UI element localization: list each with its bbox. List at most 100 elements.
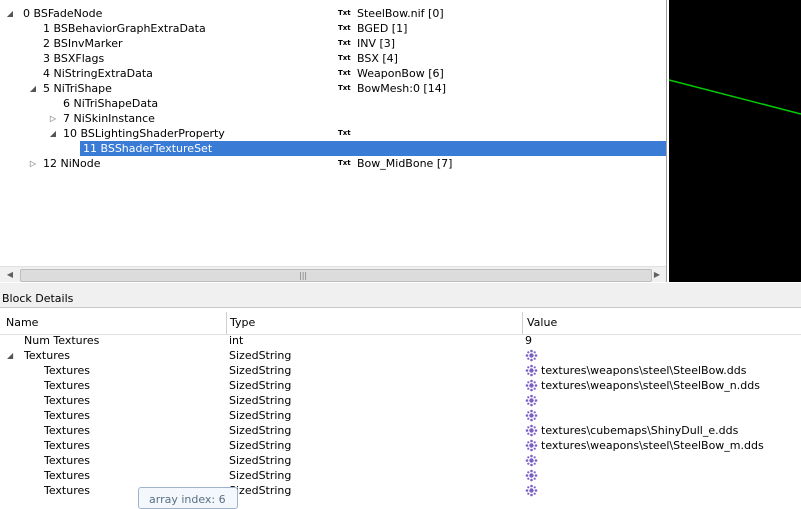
tree-row-value: BGED [1] bbox=[357, 22, 408, 35]
tree-row-label: 0 BSFadeNode bbox=[23, 7, 103, 20]
string-icon bbox=[525, 394, 538, 407]
tree-row-label: 3 BSXFlags bbox=[43, 52, 105, 65]
table-row[interactable]: Textures SizedString textures\cubemaps\S… bbox=[0, 423, 801, 438]
tree-row-bslightingshaderproperty[interactable]: ◢ 10 BSLightingShaderProperty Txt bbox=[0, 126, 666, 141]
cell-type: SizedString bbox=[229, 424, 292, 437]
cell-type: SizedString bbox=[229, 439, 292, 452]
tree-row-label: 10 BSLightingShaderProperty bbox=[63, 127, 225, 140]
table-row[interactable]: Textures SizedString bbox=[0, 483, 801, 498]
tree-row-label: 1 BSBehaviorGraphExtraData bbox=[43, 22, 206, 35]
string-icon bbox=[525, 364, 538, 377]
tree-row-nitrishapedata[interactable]: 6 NiTriShapeData bbox=[0, 96, 666, 111]
cell-name: Textures bbox=[44, 394, 90, 407]
string-icon bbox=[525, 424, 538, 437]
column-divider[interactable] bbox=[226, 312, 227, 334]
cell-type: SizedString bbox=[229, 454, 292, 467]
tree-row-label: 12 NiNode bbox=[43, 157, 101, 170]
txt-icon: Txt bbox=[338, 129, 351, 137]
tree-row-label: 5 NiTriShape bbox=[43, 82, 112, 95]
scroll-right-icon[interactable]: ▶ bbox=[650, 269, 664, 281]
cell-type: SizedString bbox=[229, 364, 292, 377]
tree-row-label: 7 NiSkinInstance bbox=[63, 112, 155, 125]
tree-row-value: Bow_MidBone [7] bbox=[357, 157, 453, 170]
block-details-table[interactable]: Name Type Value Num Textures int 9 ◢ Tex… bbox=[0, 308, 801, 504]
tree-row-bsinvmarker[interactable]: 2 BSInvMarker Txt INV [3] bbox=[0, 36, 666, 51]
cell-name: Textures bbox=[44, 379, 90, 392]
tree-row-bsxflags[interactable]: 3 BSXFlags Txt BSX [4] bbox=[0, 51, 666, 66]
string-icon bbox=[525, 379, 538, 392]
render-viewport[interactable] bbox=[668, 0, 801, 282]
string-icon bbox=[525, 454, 538, 467]
cell-name: Textures bbox=[44, 484, 90, 497]
txt-icon: Txt bbox=[338, 39, 351, 47]
cell-name: Textures bbox=[44, 409, 90, 422]
cell-name: Textures bbox=[44, 424, 90, 437]
tree-row-value: BSX [4] bbox=[357, 52, 398, 65]
collapse-icon[interactable]: ◢ bbox=[7, 348, 13, 363]
collapse-icon[interactable]: ◢ bbox=[28, 81, 38, 96]
txt-icon: Txt bbox=[338, 84, 351, 92]
cell-value[interactable]: textures\weapons\steel\SteelBow_m.dds bbox=[541, 438, 764, 453]
cell-value[interactable]: textures\cubemaps\ShinyDull_e.dds bbox=[541, 423, 738, 438]
tree-row-bsshadertextureset[interactable]: 11 BSShaderTextureSet bbox=[0, 141, 666, 156]
expand-icon[interactable]: ▷ bbox=[28, 156, 38, 171]
tree-row-nistringextradata[interactable]: 4 NiStringExtraData Txt WeaponBow [6] bbox=[0, 66, 666, 81]
tree-row-value: BowMesh:0 [14] bbox=[357, 82, 447, 95]
table-row[interactable]: Textures SizedString bbox=[0, 408, 801, 423]
txt-icon: Txt bbox=[338, 54, 351, 62]
column-header-name[interactable]: Name bbox=[6, 312, 38, 334]
tree-row-ninode[interactable]: ▷ 12 NiNode Txt Bow_MidBone [7] bbox=[0, 156, 666, 171]
block-details-header: Block Details bbox=[0, 289, 801, 308]
expand-icon[interactable]: ▷ bbox=[48, 111, 58, 126]
column-divider[interactable] bbox=[522, 312, 523, 334]
cell-value[interactable]: textures\weapons\steel\SteelBow.dds bbox=[541, 363, 746, 378]
txt-icon: Txt bbox=[338, 24, 351, 32]
cell-type: int bbox=[229, 334, 244, 347]
txt-icon: Txt bbox=[338, 159, 351, 167]
cell-value[interactable]: textures\weapons\steel\SteelBow_n.dds bbox=[541, 378, 760, 393]
cell-name: Textures bbox=[44, 469, 90, 482]
horizontal-scrollbar[interactable]: ◀ ||| ▶ bbox=[0, 266, 666, 282]
collapse-icon[interactable]: ◢ bbox=[5, 6, 15, 21]
table-row[interactable]: Textures SizedString bbox=[0, 468, 801, 483]
cell-type: SizedString bbox=[229, 349, 292, 362]
table-row[interactable]: Textures SizedString textures\weapons\st… bbox=[0, 378, 801, 393]
string-icon bbox=[525, 469, 538, 482]
string-icon bbox=[525, 439, 538, 452]
column-header-type[interactable]: Type bbox=[230, 312, 255, 334]
tooltip-text: array index: 6 bbox=[149, 493, 226, 506]
block-details-title: Block Details bbox=[2, 292, 74, 305]
table-row[interactable]: Num Textures int 9 bbox=[0, 333, 801, 348]
tree-row-label: 6 NiTriShapeData bbox=[63, 97, 159, 110]
viewport-canvas bbox=[668, 79, 801, 115]
table-row[interactable]: ◢ Textures SizedString bbox=[0, 348, 801, 363]
cell-name: Num Textures bbox=[24, 334, 100, 347]
axis-line bbox=[668, 79, 801, 115]
txt-icon: Txt bbox=[338, 9, 351, 17]
cell-type: SizedString bbox=[229, 379, 292, 392]
tree-row-value: SteelBow.nif [0] bbox=[357, 7, 444, 20]
cell-type: SizedString bbox=[229, 409, 292, 422]
table-row[interactable]: Textures SizedString textures\weapons\st… bbox=[0, 363, 801, 378]
scrollbar-thumb[interactable]: ||| bbox=[20, 269, 652, 282]
table-row[interactable]: Textures SizedString bbox=[0, 453, 801, 468]
tree-row-value: INV [3] bbox=[357, 37, 396, 50]
table-row[interactable]: Textures SizedString bbox=[0, 393, 801, 408]
cell-name: Textures bbox=[44, 439, 90, 452]
cell-value[interactable]: 9 bbox=[525, 333, 532, 348]
array-index-tooltip: array index: 6 bbox=[138, 487, 238, 509]
collapse-icon[interactable]: ◢ bbox=[48, 126, 58, 141]
tree-row-nitrishape[interactable]: ◢ 5 NiTriShape Txt BowMesh:0 [14] bbox=[0, 81, 666, 96]
tree-row-label: 4 NiStringExtraData bbox=[43, 67, 153, 80]
tree-row-label: 2 BSInvMarker bbox=[43, 37, 123, 50]
tree-row-bsfadenode[interactable]: ◢ 0 BSFadeNode Txt SteelBow.nif [0] bbox=[0, 6, 666, 21]
column-header-value[interactable]: Value bbox=[527, 312, 557, 334]
cell-type: SizedString bbox=[229, 394, 292, 407]
block-tree[interactable]: ◢ 0 BSFadeNode Txt SteelBow.nif [0] 1 BS… bbox=[0, 0, 667, 282]
tree-row-niskininstance[interactable]: ▷ 7 NiSkinInstance bbox=[0, 111, 666, 126]
table-row[interactable]: Textures SizedString textures\weapons\st… bbox=[0, 438, 801, 453]
cell-name: Textures bbox=[44, 364, 90, 377]
scroll-left-icon[interactable]: ◀ bbox=[3, 269, 17, 281]
tree-row-bsbehaviorgraphextradata[interactable]: 1 BSBehaviorGraphExtraData Txt BGED [1] bbox=[0, 21, 666, 36]
cell-name: Textures bbox=[44, 454, 90, 467]
